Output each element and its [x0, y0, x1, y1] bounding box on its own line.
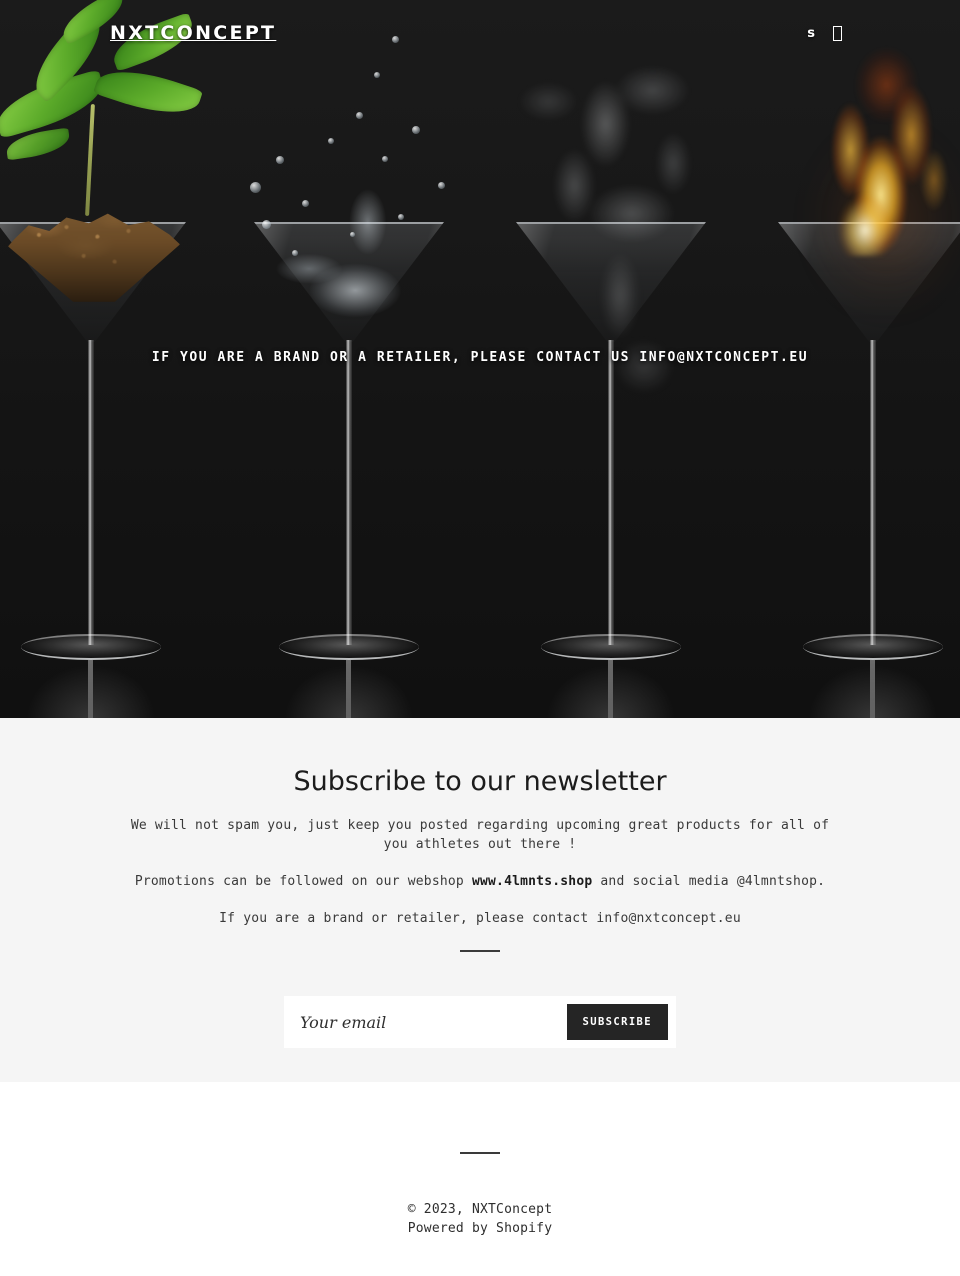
plant-leaf	[92, 58, 204, 126]
glass-stem	[88, 340, 94, 645]
glass-stem	[346, 340, 352, 645]
glass-reflection	[21, 660, 161, 718]
glass-reflection	[803, 660, 943, 718]
newsletter-body: We will not spam you, just keep you post…	[130, 816, 830, 928]
webshop-link[interactable]: www.4lmnts.shop	[472, 874, 592, 889]
footer-divider	[460, 1152, 500, 1154]
glass-reflection-stem	[870, 660, 875, 718]
hero-banner-text: IF YOU ARE A BRAND OR A RETAILER, PLEASE…	[151, 350, 809, 365]
glass-foot	[21, 634, 161, 660]
glass-reflection-stem	[346, 660, 351, 718]
newsletter-title: Subscribe to our newsletter	[293, 766, 667, 797]
glass-reflection-stem	[608, 660, 613, 718]
newsletter-paragraph-1: We will not spam you, just keep you post…	[130, 818, 830, 853]
plant-stem	[85, 103, 95, 217]
newsletter-section: Subscribe to our newsletter We will not …	[0, 718, 960, 1082]
hero-section: NXTCONCEPT s IF YOU ARE A BRAND OR A RET…	[0, 0, 960, 718]
newsletter-paragraph-3: If you are a brand or retailer, please c…	[219, 911, 741, 927]
soil-mound	[8, 213, 180, 302]
glass-reflection	[279, 660, 419, 718]
header-actions: s	[807, 25, 930, 41]
email-input[interactable]	[284, 996, 567, 1049]
subscribe-button[interactable]: SUBSCRIBE	[566, 1004, 668, 1041]
newsletter-form: SUBSCRIBE	[284, 996, 676, 1049]
fire-core	[828, 170, 902, 256]
search-icon[interactable]: s	[807, 27, 815, 40]
water-droplets	[232, 36, 482, 304]
promo-text-post: and social media @4lmntshop.	[592, 874, 826, 890]
glass-stem	[870, 340, 876, 645]
shopify-link[interactable]: Shopify	[496, 1221, 552, 1236]
site-footer: © 2023, NXTConcept Powered by Shopify	[0, 1082, 960, 1276]
glass-reflection	[541, 660, 681, 718]
newsletter-paragraph-2: Promotions can be followed on our websho…	[130, 872, 830, 891]
glass-reflection-stem	[88, 660, 93, 718]
glass-foot	[803, 634, 943, 660]
glass-foot	[279, 634, 419, 660]
glass-foot	[541, 634, 681, 660]
smoke-plume-lower	[520, 230, 720, 450]
promo-text-pre: Promotions can be followed on our websho…	[134, 874, 472, 890]
footer-copyright: © 2023, NXTConcept	[407, 1202, 553, 1217]
newsletter-divider	[460, 950, 500, 953]
footer-powered-by: Powered by Shopify	[0, 1219, 960, 1238]
powered-by-text: Powered by	[407, 1221, 497, 1236]
cart-icon[interactable]	[833, 25, 842, 41]
site-header: NXTCONCEPT s	[0, 0, 960, 66]
site-logo[interactable]: NXTCONCEPT	[110, 22, 276, 44]
